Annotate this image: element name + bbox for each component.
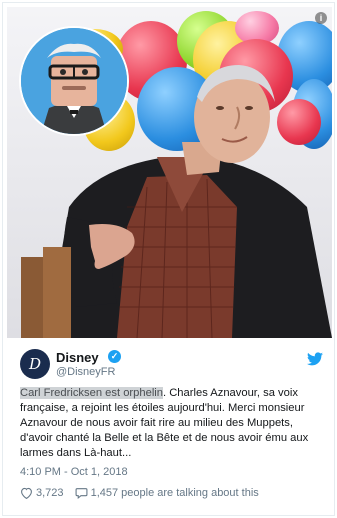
verified-icon: ✓ [108,350,121,363]
heart-icon [21,487,32,499]
comment-icon [75,488,88,499]
talking-count: 1,457 people are talking about this [90,487,259,499]
conversation-link[interactable]: 1,457 people are talking about this [75,487,259,499]
like-button[interactable]: 3,723 [20,487,64,499]
tweet-timestamp[interactable]: 4:10 PM - Oct 1, 2018 [20,466,128,478]
author-name[interactable]: Disney [56,350,99,365]
tweet-card: i D Disney ✓ @DisneyFR Carl Fredricksen … [2,2,335,516]
tweet-stats: 3,723 1,457 people are talking about thi… [20,487,325,503]
tweet-photo[interactable]: i [7,7,332,338]
info-icon[interactable]: i [315,12,327,24]
disney-logo[interactable]: D [20,349,50,379]
tweet-text: Carl Fredricksen est orphelin. Charles A… [20,386,325,461]
author-handle[interactable]: @DisneyFR [56,366,115,378]
carl-fredricksen-avatar [21,28,127,134]
highlighted-text: Carl Fredricksen est orphelin [20,387,164,399]
twitter-bird-icon[interactable] [307,352,323,366]
like-count: 3,723 [36,487,64,499]
tweet-header: D Disney ✓ @DisneyFR [20,348,325,380]
